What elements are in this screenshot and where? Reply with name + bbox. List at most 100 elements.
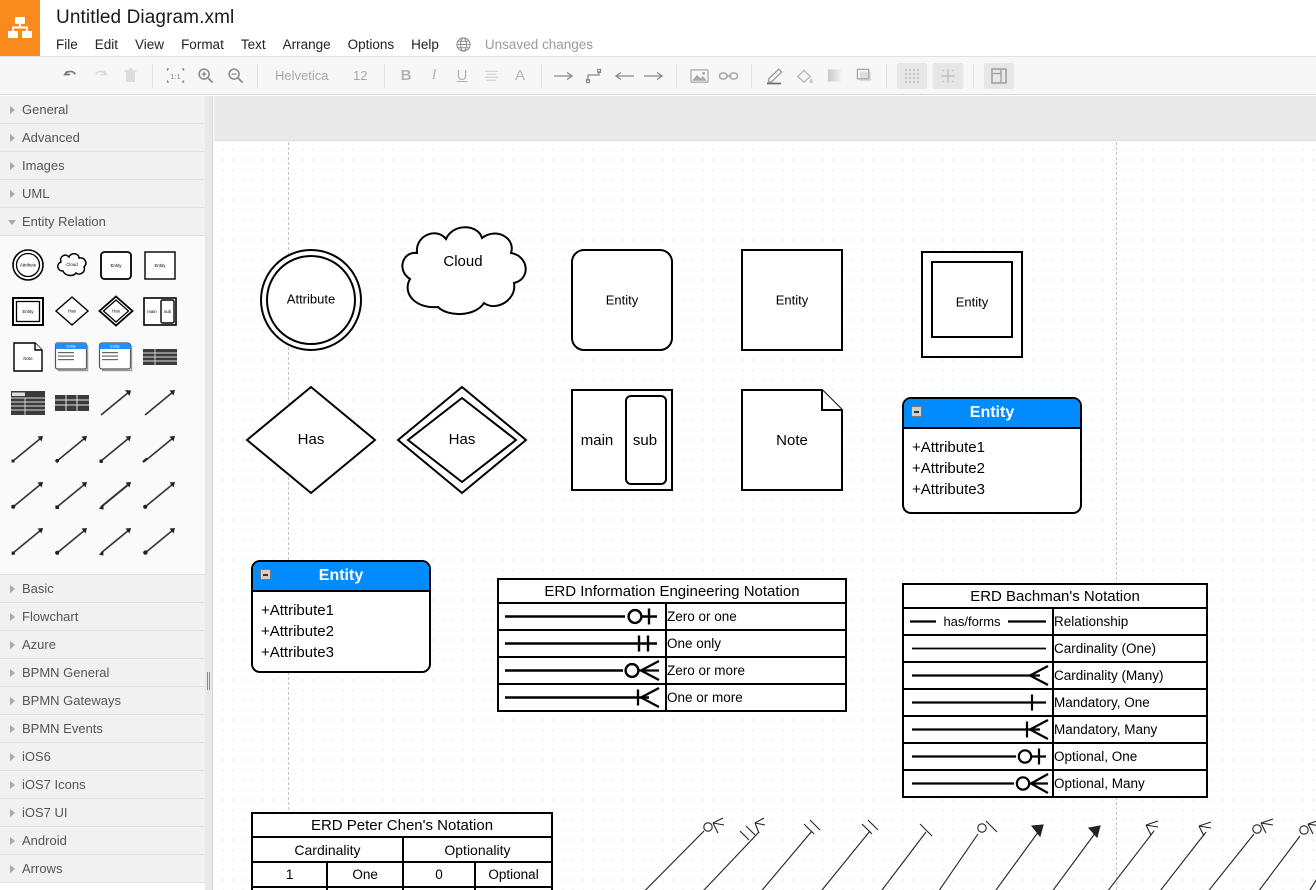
bold-button[interactable]: B: [392, 67, 420, 84]
collapse-icon[interactable]: [260, 569, 271, 580]
bachman-notation-table[interactable]: ERD Bachman's Notation has/forms Relatio…: [902, 583, 1208, 798]
palette-shape-table-grid[interactable]: [50, 381, 94, 425]
menu-options[interactable]: Options: [348, 37, 395, 52]
align-left-icon[interactable]: [476, 63, 506, 89]
shapes-sidebar[interactable]: General Advanced Images UML Entity Relat…: [0, 96, 205, 890]
diagram-canvas-area[interactable]: Attribute Cloud Entity Entity: [214, 96, 1316, 890]
insert-image-icon[interactable]: [684, 63, 714, 89]
sidebar-section-android[interactable]: Android: [0, 827, 205, 855]
palette-shape-relationship-double-diamond[interactable]: Has: [94, 289, 138, 333]
sidebar-section-arrows[interactable]: Arrows: [0, 855, 205, 883]
palette-shape-cloud[interactable]: Cloud: [50, 243, 94, 287]
palette-edge-style-4[interactable]: [50, 427, 94, 471]
canvas-entity-box-left[interactable]: Entity +Attribute1 +Attribute2 +Attribut…: [251, 560, 431, 673]
palette-edge-style-10[interactable]: [138, 473, 182, 517]
palette-shape-entity-rounded[interactable]: Entity: [94, 243, 138, 287]
canvas-entity-box-right[interactable]: Entity +Attribute1 +Attribute2 +Attribut…: [902, 397, 1082, 514]
globe-icon[interactable]: [456, 37, 471, 52]
sidebar-section-bpmn-gateways[interactable]: BPMN Gateways: [0, 687, 205, 715]
sidebar-section-basic[interactable]: Basic: [0, 575, 205, 603]
palette-shape-relationship-diamond[interactable]: Has: [50, 289, 94, 333]
sidebar-section-general[interactable]: General: [0, 96, 205, 124]
drawio-logo-icon[interactable]: [0, 0, 40, 56]
menu-text[interactable]: Text: [241, 37, 266, 52]
palette-edge-style-12[interactable]: [50, 519, 94, 563]
menu-help[interactable]: Help: [411, 37, 439, 52]
canvas-shape-entity-weak[interactable]: Entity: [922, 252, 1022, 357]
zoom-actual-size-icon[interactable]: 1:1: [160, 63, 190, 89]
orthogonal-connector-icon[interactable]: [579, 63, 609, 89]
grid-icon[interactable]: [897, 63, 927, 89]
shape-icon[interactable]: [849, 63, 879, 89]
palette-edge-style-6[interactable]: [138, 427, 182, 471]
sidebar-section-bpmn-general[interactable]: BPMN General: [0, 659, 205, 687]
arrow-left-icon[interactable]: [609, 63, 639, 89]
palette-shape-entity-rect[interactable]: Entity: [138, 243, 182, 287]
fill-color-icon[interactable]: [789, 63, 819, 89]
sidebar-section-ios7-icons[interactable]: iOS7 Icons: [0, 771, 205, 799]
undo-icon[interactable]: [55, 63, 85, 89]
palette-shape-entity-attributes-1[interactable]: Entity: [50, 335, 94, 379]
zoom-out-icon[interactable]: [220, 63, 250, 89]
font-color-button[interactable]: A: [506, 67, 534, 84]
palette-edge-style-9[interactable]: [94, 473, 138, 517]
palette-edge-style-11[interactable]: [6, 519, 50, 563]
canvas-shape-relationship[interactable]: Has: [247, 387, 375, 493]
palette-shape-entity-attributes-2[interactable]: Entity: [94, 335, 138, 379]
sidebar-section-entity-relation[interactable]: Entity Relation: [0, 208, 205, 236]
sidebar-section-images[interactable]: Images: [0, 152, 205, 180]
redo-icon[interactable]: [85, 63, 115, 89]
insert-link-icon[interactable]: [714, 63, 744, 89]
sidebar-section-ios6[interactable]: iOS6: [0, 743, 205, 771]
palette-edge-style-5[interactable]: [94, 427, 138, 471]
menu-edit[interactable]: Edit: [95, 37, 118, 52]
palette-shape-main-sub[interactable]: mainsub: [138, 289, 182, 333]
canvas-connector-samples[interactable]: [609, 818, 1316, 890]
zoom-in-icon[interactable]: [190, 63, 220, 89]
palette-shape-note[interactable]: Note: [6, 335, 50, 379]
palette-edge-style-2[interactable]: [138, 381, 182, 425]
canvas-shape-entity-rounded[interactable]: Entity: [572, 250, 672, 350]
menu-format[interactable]: Format: [181, 37, 224, 52]
trash-icon[interactable]: [115, 63, 145, 89]
font-size-input[interactable]: 12: [343, 68, 377, 83]
palette-edge-style-14[interactable]: [138, 519, 182, 563]
canvas-shape-main-sub[interactable]: main sub: [572, 390, 672, 490]
sidebar-section-bpmn-events[interactable]: BPMN Events: [0, 715, 205, 743]
palette-shape-attribute-double-circle[interactable]: Attribute: [6, 243, 50, 287]
font-family-select[interactable]: Helvetica: [265, 68, 343, 83]
shadow-icon[interactable]: [819, 63, 849, 89]
sidebar-section-flowchart[interactable]: Flowchart: [0, 603, 205, 631]
sidebar-section-azure[interactable]: Azure: [0, 631, 205, 659]
sidebar-section-advanced[interactable]: Advanced: [0, 124, 205, 152]
arrow-right-icon[interactable]: [549, 63, 579, 89]
chen-notation-table[interactable]: ERD Peter Chen's Notation Cardinality Op…: [251, 812, 553, 890]
arrow-right-alt-icon[interactable]: [639, 63, 669, 89]
canvas-shape-cloud[interactable]: Cloud: [402, 227, 525, 314]
collapse-icon[interactable]: [911, 406, 922, 417]
canvas-shape-entity-rect[interactable]: Entity: [742, 250, 842, 350]
palette-edge-style-13[interactable]: [94, 519, 138, 563]
canvas-shape-relationship-weak[interactable]: Has: [398, 387, 526, 493]
palette-shape-table-dark[interactable]: [138, 335, 182, 379]
ie-notation-table[interactable]: ERD Information Engineering Notation Zer…: [497, 578, 847, 712]
italic-button[interactable]: I: [420, 67, 448, 84]
sidebar-section-ios7-ui[interactable]: iOS7 UI: [0, 799, 205, 827]
guides-icon[interactable]: [933, 63, 963, 89]
menu-arrange[interactable]: Arrange: [283, 37, 331, 52]
palette-shape-table-list[interactable]: [6, 381, 50, 425]
diagram-canvas[interactable]: Attribute Cloud Entity Entity: [214, 142, 1316, 890]
palette-edge-style-1[interactable]: [94, 381, 138, 425]
menu-view[interactable]: View: [135, 37, 164, 52]
sidebar-section-uml[interactable]: UML: [0, 180, 205, 208]
palette-shape-entity-weak[interactable]: Entity: [6, 289, 50, 333]
palette-edge-style-7[interactable]: [6, 473, 50, 517]
underline-button[interactable]: U: [448, 67, 476, 84]
palette-edge-style-8[interactable]: [50, 473, 94, 517]
sidebar-splitter[interactable]: [205, 96, 213, 890]
line-color-icon[interactable]: [759, 63, 789, 89]
canvas-shape-note[interactable]: Note: [742, 390, 842, 490]
canvas-shape-attribute[interactable]: Attribute: [261, 250, 361, 350]
format-panel-icon[interactable]: [984, 63, 1014, 89]
menu-file[interactable]: File: [56, 37, 78, 52]
